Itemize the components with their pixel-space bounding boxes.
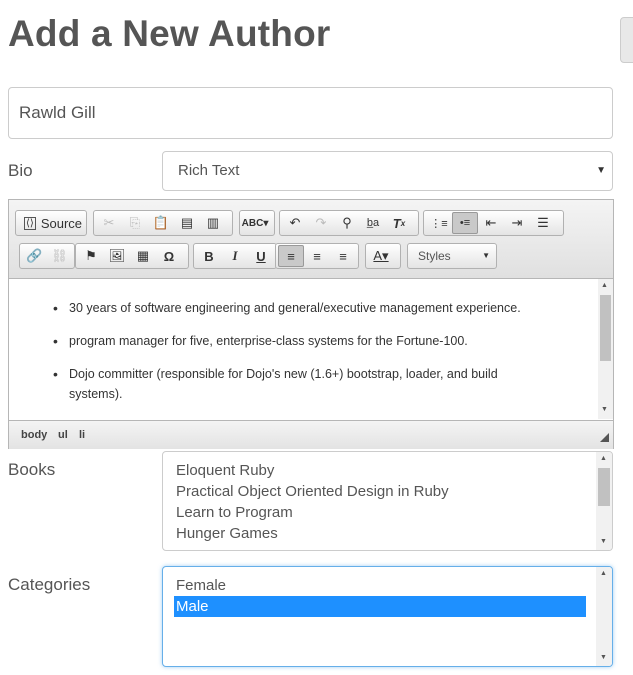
image-icon[interactable]: 🖼: [104, 245, 130, 267]
align-center-icon[interactable]: ≡: [304, 245, 330, 267]
page-title: Add a New Author: [8, 13, 331, 54]
category-option-selected[interactable]: Male: [174, 596, 586, 617]
scrollbar-thumb[interactable]: [600, 295, 611, 361]
bold-icon[interactable]: B: [196, 245, 222, 267]
copy-icon[interactable]: ⎘: [122, 212, 148, 234]
replace-icon[interactable]: b̲a: [360, 212, 386, 234]
scroll-up-icon[interactable]: ▲: [600, 455, 607, 462]
scroll-down-icon[interactable]: ▼: [600, 654, 607, 661]
scrollbar-thumb[interactable]: [598, 468, 610, 506]
bio-format-select[interactable]: Rich Text ▼: [162, 151, 613, 191]
italic-icon[interactable]: I: [222, 245, 248, 267]
books-scrollbar[interactable]: ▲ ▼: [596, 452, 612, 550]
text-color-icon[interactable]: A▾: [368, 245, 394, 267]
category-option[interactable]: Female: [176, 575, 586, 596]
remove-format-icon[interactable]: Tx: [386, 212, 412, 234]
find-icon[interactable]: ⚲: [334, 212, 360, 234]
element-path-bar: body ul li: [9, 420, 613, 449]
list-item: Dojo committer (responsible for Dojo's n…: [53, 364, 549, 404]
undo-icon[interactable]: ↶: [282, 212, 308, 234]
rich-text-editor[interactable]: ⟨⟩ Source ✂ ⎘ 📋 ▤ ▥ ABC▾ ↶ ↷ ⚲ b̲a Tx ⋮≡ …: [8, 199, 614, 449]
bio-label: Bio: [8, 161, 33, 180]
source-icon: ⟨⟩: [24, 216, 36, 230]
align-left-icon[interactable]: ≡: [278, 245, 304, 267]
numbered-list-icon[interactable]: ⋮≡: [426, 212, 452, 234]
book-option[interactable]: Learn to Program: [176, 502, 586, 523]
outdent-icon[interactable]: ⇤: [478, 212, 504, 234]
paste-icon[interactable]: 📋: [148, 212, 174, 234]
editor-scrollbar[interactable]: ▲ ▼: [598, 279, 613, 419]
paste-text-icon[interactable]: ▤: [174, 212, 200, 234]
chevron-down-icon: ▼: [482, 251, 490, 260]
path-ul[interactable]: ul: [58, 429, 68, 441]
table-icon[interactable]: ▦: [130, 245, 156, 267]
bulleted-list-icon[interactable]: •≡: [452, 212, 478, 234]
underline-icon[interactable]: U: [248, 245, 274, 267]
scroll-down-icon[interactable]: ▼: [601, 406, 608, 413]
editor-content[interactable]: 30 years of software engineering and gen…: [9, 279, 597, 419]
source-button[interactable]: ⟨⟩ Source: [15, 210, 87, 236]
special-char-icon[interactable]: Ω: [156, 245, 182, 267]
chevron-down-icon: ▼: [596, 165, 606, 176]
categories-label: Categories: [8, 575, 91, 594]
categories-multiselect[interactable]: Female Male ▲ ▼: [162, 566, 613, 667]
books-label: Books: [8, 460, 56, 479]
redo-icon[interactable]: ↷: [308, 212, 334, 234]
author-name-input[interactable]: [8, 87, 613, 139]
scroll-down-icon[interactable]: ▼: [600, 538, 607, 545]
link-icon[interactable]: 🔗: [22, 245, 47, 267]
book-option[interactable]: Hunger Games: [176, 523, 586, 544]
side-tab[interactable]: [620, 17, 633, 63]
horizontal-rule-icon[interactable]: ☰: [530, 212, 556, 234]
styles-label: Styles: [418, 249, 451, 263]
styles-dropdown[interactable]: Styles ▼: [407, 243, 497, 269]
source-label: Source: [40, 215, 83, 231]
anchor-flag-icon[interactable]: ⚑: [78, 245, 104, 267]
book-option[interactable]: Practical Object Oriented Design in Ruby: [176, 481, 586, 502]
paste-word-icon[interactable]: ▥: [200, 212, 226, 234]
cut-icon[interactable]: ✂: [96, 212, 122, 234]
list-item: 30 years of software engineering and gen…: [53, 298, 549, 318]
indent-icon[interactable]: ⇥: [504, 212, 530, 234]
unlink-icon[interactable]: ⛓: [47, 245, 72, 267]
bio-format-value: Rich Text: [178, 162, 240, 179]
scroll-up-icon[interactable]: ▲: [600, 570, 607, 577]
categories-scrollbar[interactable]: ▲ ▼: [596, 567, 612, 666]
resize-grip-icon[interactable]: [600, 433, 609, 442]
align-right-icon[interactable]: ≡: [330, 245, 356, 267]
editor-toolbar: ⟨⟩ Source ✂ ⎘ 📋 ▤ ▥ ABC▾ ↶ ↷ ⚲ b̲a Tx ⋮≡ …: [9, 200, 613, 279]
spellcheck-icon[interactable]: ABC▾: [242, 212, 269, 234]
list-item: program manager for five, enterprise-cla…: [53, 331, 549, 351]
book-option[interactable]: Eloquent Ruby: [176, 460, 586, 481]
books-multiselect[interactable]: Eloquent Ruby Practical Object Oriented …: [162, 451, 613, 551]
scroll-up-icon[interactable]: ▲: [601, 282, 608, 289]
path-li[interactable]: li: [79, 429, 85, 441]
path-body[interactable]: body: [21, 429, 47, 441]
